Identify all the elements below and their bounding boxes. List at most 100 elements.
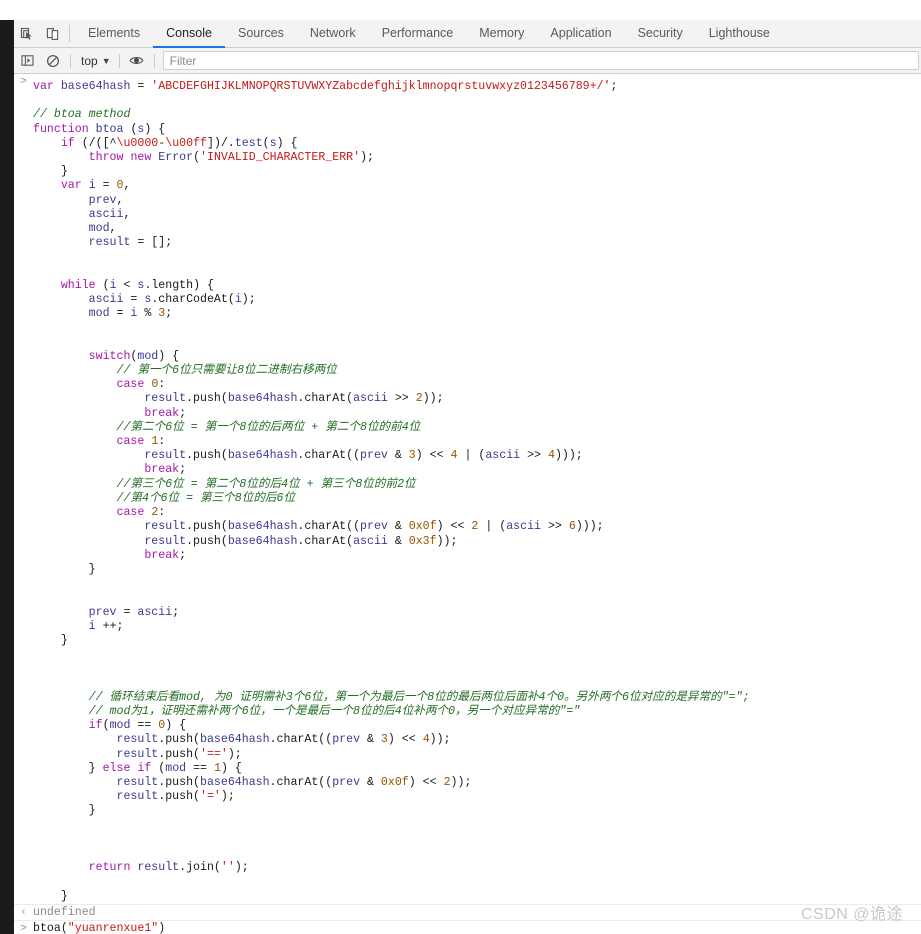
console-input-btoa[interactable]: > btoa("yuanrenxue1")	[14, 919, 921, 934]
tab-label: Performance	[381, 26, 454, 40]
code-token: '=='	[200, 747, 228, 761]
code-token: =	[123, 293, 145, 307]
code-token: case	[116, 435, 145, 449]
device-toolbar-icon[interactable]	[40, 20, 66, 47]
code-token: \u00ff	[165, 136, 207, 150]
code-token: >>	[541, 520, 569, 534]
code-token: 1	[213, 761, 221, 775]
toolbar-divider-3	[153, 53, 155, 68]
code-token: ) {	[158, 349, 180, 363]
code-token: &	[387, 449, 409, 463]
tab-memory[interactable]: Memory	[466, 20, 537, 48]
code-token: ,	[123, 207, 131, 221]
code-token: // 循环结束后看mod, 为0 证明需补3个6位，第一个为最后一个8位的最后两…	[88, 690, 750, 704]
code-token: %	[137, 307, 159, 321]
inspect-element-icon[interactable]	[14, 20, 40, 47]
code-token: .push(	[158, 733, 200, 747]
code-token: Error	[158, 151, 194, 165]
code-token: &	[387, 534, 409, 548]
code-token: =	[109, 307, 131, 321]
code-token: | (	[457, 449, 486, 463]
console-sidebar-icon[interactable]	[14, 49, 40, 73]
devtools-tabbar: Elements Console Sources Network Perform…	[14, 20, 921, 48]
code-token: ));	[422, 392, 444, 406]
code-token: prev	[332, 775, 361, 789]
code-token: ascii	[485, 449, 521, 463]
code-token: :	[158, 435, 166, 449]
code-token: result	[144, 449, 187, 463]
code-token: base64hash	[227, 520, 298, 534]
code-token: ) {	[220, 761, 242, 775]
code-token: test	[234, 136, 263, 150]
filter-input[interactable]: Filter	[162, 51, 919, 70]
expr-string-literal: "yuanrenxue1"	[67, 921, 159, 934]
code-token: );	[227, 747, 242, 761]
code-token: result	[116, 775, 159, 789]
code-token: //第4个6位 = 第三个8位的后6位	[116, 491, 296, 505]
tab-elements[interactable]: Elements	[75, 20, 153, 48]
output-gutter-icon: ‹	[20, 906, 27, 919]
code-token: }	[88, 804, 96, 818]
code-token: :	[158, 378, 166, 392]
tab-performance[interactable]: Performance	[369, 20, 467, 48]
code-token: ) <<	[415, 449, 451, 463]
code-token: .charAt(	[297, 392, 354, 406]
code-token: 2	[415, 392, 423, 406]
tab-label: Network	[309, 26, 356, 40]
code-token: ,	[109, 222, 117, 236]
tab-network[interactable]: Network	[297, 20, 369, 48]
tab-label: Console	[166, 26, 212, 40]
code-token: ));	[429, 733, 451, 747]
code-token: | (	[478, 520, 507, 534]
execution-context-selector[interactable]: top ▼	[75, 50, 115, 72]
code-token: 3	[380, 733, 388, 747]
code-token: .charAt(	[297, 534, 354, 548]
code-token: break	[144, 548, 180, 562]
code-token: result	[88, 236, 131, 250]
code-token: ascii	[137, 605, 173, 619]
tab-console[interactable]: Console	[153, 20, 225, 48]
code-token: prev	[88, 193, 117, 207]
code-token: prev	[332, 733, 361, 747]
code-token: );	[234, 861, 249, 875]
code-token: 4	[422, 733, 430, 747]
code-token: ])/.	[206, 136, 235, 150]
code-token: ;	[165, 307, 173, 321]
tab-sources[interactable]: Sources	[225, 20, 297, 48]
tab-security[interactable]: Security	[625, 20, 696, 48]
code-token: if	[137, 761, 152, 775]
code-token: function	[33, 122, 89, 136]
code-token: result	[144, 520, 187, 534]
devtools-panel: Elements Console Sources Network Perform…	[14, 20, 921, 934]
csdn-watermark: CSDN @诡途	[800, 906, 903, 923]
code-token: >>	[387, 392, 416, 406]
tab-label: Memory	[479, 26, 525, 40]
clear-console-icon[interactable]	[40, 49, 66, 73]
live-expression-eye-icon[interactable]	[124, 49, 150, 73]
code-token: ,	[123, 179, 131, 193]
console-input-message[interactable]: > var base64hash = 'ABCDEFGHIJKLMNOPQRST…	[14, 74, 921, 904]
code-token: base64hash	[227, 449, 298, 463]
code-token: if	[88, 719, 103, 733]
input-gutter-icon-2: >	[20, 922, 27, 934]
code-token: );	[220, 790, 235, 804]
code-token: ++;	[95, 619, 124, 633]
code-token: s	[269, 136, 277, 150]
code-token: result	[116, 733, 159, 747]
code-token: result	[137, 861, 180, 875]
console-message-list[interactable]: > var base64hash = 'ABCDEFGHIJKLMNOPQRST…	[14, 74, 921, 934]
code-token: // 第一个6位只需要让8位二进制右移两位	[116, 364, 337, 378]
code-token: );	[360, 151, 374, 165]
tab-lighthouse[interactable]: Lighthouse	[696, 20, 783, 48]
input-expression: btoa("yuanrenxue1")	[33, 921, 165, 934]
tab-application[interactable]: Application	[537, 20, 624, 48]
code-token: }	[88, 761, 103, 775]
code-token: prev	[360, 449, 388, 463]
code-token: }	[88, 562, 96, 576]
code-token: 0	[116, 179, 124, 193]
code-token: ;	[172, 605, 180, 619]
code-token: ==	[186, 761, 214, 775]
code-token: var	[60, 179, 82, 193]
